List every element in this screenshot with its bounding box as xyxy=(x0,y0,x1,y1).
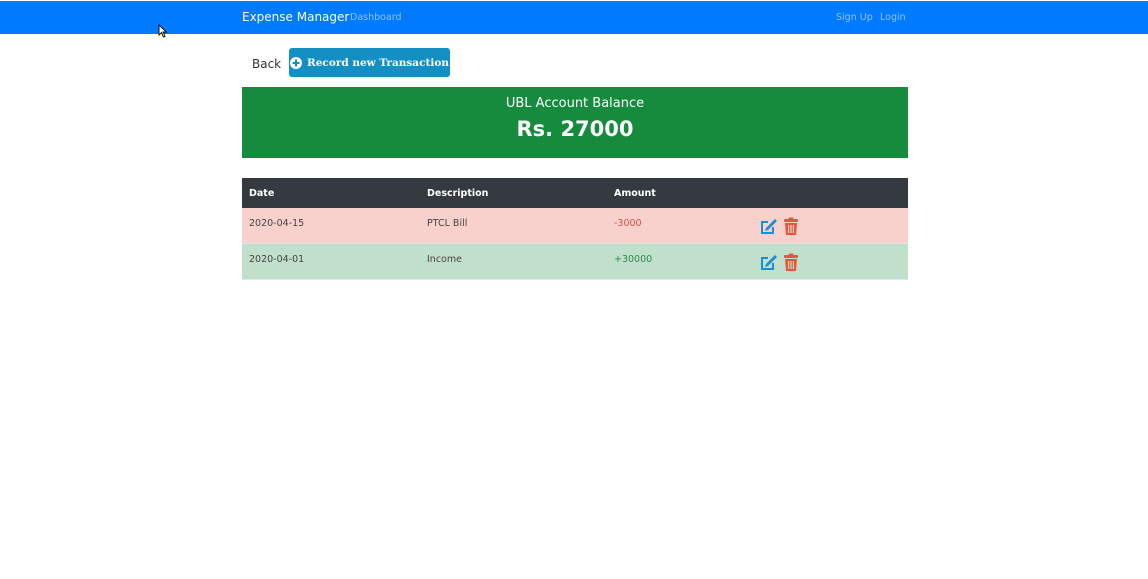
record-transaction-label: Record new Transaction xyxy=(307,56,449,69)
brand-link[interactable]: Expense Manager xyxy=(242,10,349,24)
nav-login-link[interactable]: Login xyxy=(880,12,906,23)
balance-title: UBL Account Balance xyxy=(505,96,645,111)
record-transaction-button[interactable]: Record new Transaction xyxy=(289,48,450,77)
row-amount: +30000 xyxy=(614,254,653,265)
header-amount: Amount xyxy=(614,188,656,199)
balance-card: UBL Account Balance Rs. 27000 xyxy=(242,87,908,158)
header-date: Date xyxy=(249,188,275,199)
edit-icon[interactable] xyxy=(758,252,778,272)
balance-amount: Rs. 27000 xyxy=(516,117,634,141)
transactions-table: Date Description Amount 2020-04-15 PTCL … xyxy=(242,178,908,280)
table-header: Date Description Amount xyxy=(242,178,908,208)
row-description: Income xyxy=(427,254,462,265)
navbar: Expense Manager Dashboard Sign Up Login xyxy=(0,1,1148,34)
back-button[interactable]: Back xyxy=(245,55,288,73)
trash-icon[interactable] xyxy=(781,252,801,272)
plus-circle-icon xyxy=(290,56,303,69)
nav-dashboard-link[interactable]: Dashboard xyxy=(350,12,402,23)
row-description: PTCL Bill xyxy=(427,218,468,229)
header-description: Description xyxy=(427,188,489,199)
nav-signup-link[interactable]: Sign Up xyxy=(836,12,873,23)
edit-icon[interactable] xyxy=(758,216,778,236)
trash-icon[interactable] xyxy=(781,216,801,236)
mouse-cursor-icon xyxy=(158,24,168,38)
table-row: 2020-04-01 Income +30000 xyxy=(242,244,908,280)
table-row: 2020-04-15 PTCL Bill -3000 xyxy=(242,208,908,244)
row-date: 2020-04-01 xyxy=(249,254,305,265)
row-amount: -3000 xyxy=(614,218,642,229)
row-date: 2020-04-15 xyxy=(249,218,305,229)
